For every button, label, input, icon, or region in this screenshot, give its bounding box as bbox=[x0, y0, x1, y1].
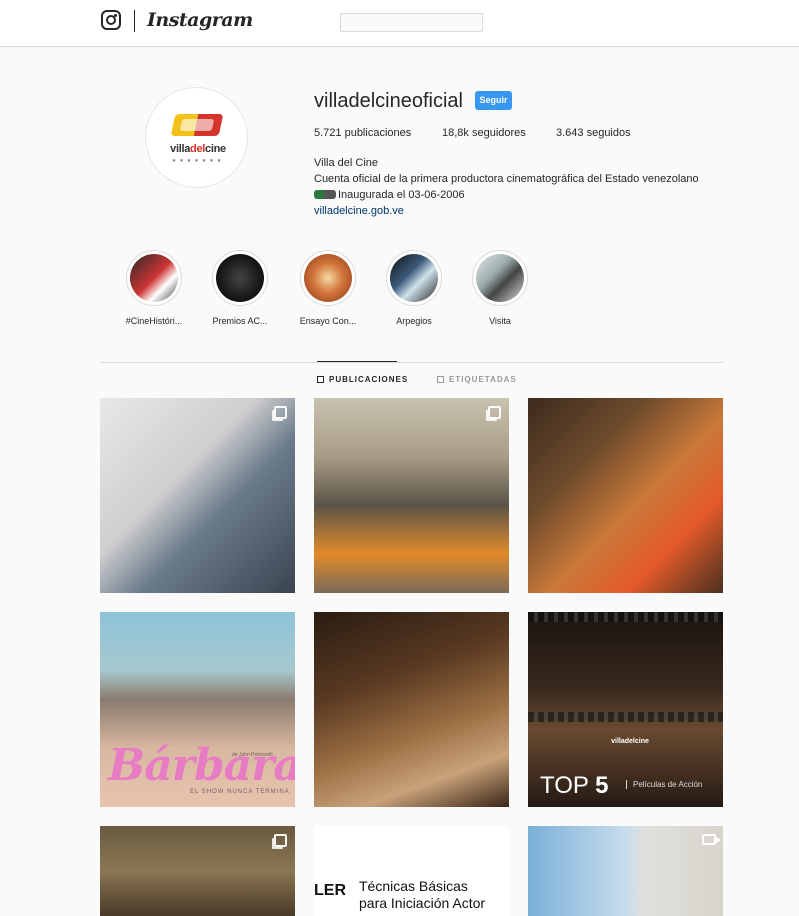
follow-button[interactable]: Seguir bbox=[475, 91, 512, 110]
poster-fragment: LER bbox=[314, 882, 346, 899]
search-input[interactable] bbox=[340, 13, 483, 32]
highlight-arpegios[interactable]: Arpegios bbox=[374, 250, 454, 326]
post-thumbnail[interactable] bbox=[314, 612, 509, 807]
car-emoji-icon bbox=[314, 190, 336, 199]
stat-followers[interactable]: 18,8k seguidores bbox=[442, 127, 526, 139]
highlight-ring bbox=[386, 250, 442, 306]
highlight-ring bbox=[126, 250, 182, 306]
carousel-icon bbox=[274, 406, 287, 419]
tab-publicaciones[interactable]: PUBLICACIONES bbox=[317, 375, 408, 384]
highlight-ring bbox=[212, 250, 268, 306]
highlight-cover bbox=[216, 254, 264, 302]
post-thumbnail[interactable]: villadelcine TOP 5 Películas de Acción bbox=[528, 612, 723, 807]
tag-icon bbox=[437, 376, 444, 383]
post-thumbnail[interactable] bbox=[100, 826, 295, 916]
highlight-cinehistori[interactable]: #CineHistóri... bbox=[114, 250, 194, 326]
bio-website-link[interactable]: villadelcine.gob.ve bbox=[314, 203, 699, 219]
grid-icon bbox=[317, 376, 324, 383]
highlight-cover bbox=[130, 254, 178, 302]
bio-line-1: Cuenta oficial de la primera productora … bbox=[314, 173, 699, 185]
avatar-brand: villadelcine bbox=[170, 143, 226, 155]
bio-name: Villa del Cine bbox=[314, 157, 379, 169]
highlight-cover bbox=[476, 254, 524, 302]
video-icon bbox=[702, 834, 721, 845]
top5-subtitle: Películas de Acción bbox=[626, 780, 702, 789]
highlight-premios[interactable]: Premios AC... bbox=[200, 250, 280, 326]
top5-title: TOP 5 bbox=[540, 772, 609, 799]
bio-line-2: Inaugurada el 03-06-2006 bbox=[338, 189, 465, 201]
nav-divider bbox=[134, 10, 135, 32]
tab-etiquetadas[interactable]: ETIQUETADAS bbox=[437, 375, 517, 384]
highlight-label: Visita bbox=[489, 316, 511, 326]
highlight-cover bbox=[304, 254, 352, 302]
highlight-ring bbox=[472, 250, 528, 306]
bio-line-2-wrap: Inaugurada el 03-06-2006 bbox=[314, 187, 699, 203]
instagram-wordmark[interactable]: Instagram bbox=[147, 9, 253, 31]
highlight-label: Premios AC... bbox=[212, 316, 268, 326]
poster-title: Bárbara bbox=[108, 740, 295, 791]
poster-subtitle: EL SHOW NUNCA TERMINA bbox=[190, 789, 290, 795]
highlight-label: #CineHistóri... bbox=[125, 316, 183, 326]
profile-avatar: villadelcine ★★★★★★★ bbox=[145, 87, 248, 188]
post-thumbnail[interactable] bbox=[528, 398, 723, 593]
post-thumbnail[interactable]: LER Técnicas Básicas para Iniciación Acto… bbox=[314, 826, 509, 916]
poster-text: Técnicas Básicas para Iniciación Actor bbox=[359, 878, 486, 911]
tabs-divider bbox=[100, 362, 723, 363]
post-thumbnail[interactable]: de John Petrizzelli Bárbara EL SHOW NUNC… bbox=[100, 612, 295, 807]
active-tab-indicator bbox=[317, 361, 397, 362]
highlight-label: Arpegios bbox=[396, 316, 432, 326]
highlight-cover bbox=[390, 254, 438, 302]
profile-username: villadelcineoficial bbox=[314, 90, 463, 112]
profile-bio: Villa del Cine Cuenta oficial de la prim… bbox=[314, 155, 699, 219]
post-thumbnail[interactable] bbox=[314, 398, 509, 593]
post-thumbnail[interactable] bbox=[528, 826, 723, 916]
carousel-icon bbox=[274, 834, 287, 847]
highlight-ensayo[interactable]: Ensayo Con... bbox=[288, 250, 368, 326]
avatar-stars: ★★★★★★★ bbox=[171, 158, 225, 164]
highlight-label: Ensayo Con... bbox=[299, 316, 357, 326]
brand-watermark: villadelcine bbox=[611, 738, 649, 745]
stat-posts: 5.721 publicaciones bbox=[314, 127, 412, 139]
top-nav: Instagram bbox=[0, 0, 799, 47]
stat-following[interactable]: 3.643 seguidos bbox=[556, 127, 631, 139]
film-strip-bottom bbox=[528, 712, 723, 722]
instagram-camera-icon[interactable] bbox=[101, 10, 121, 30]
carousel-icon bbox=[488, 406, 501, 419]
post-thumbnail[interactable] bbox=[100, 398, 295, 593]
highlight-visita[interactable]: Visita bbox=[460, 250, 540, 326]
highlight-ring bbox=[300, 250, 356, 306]
film-reel-logo-icon bbox=[170, 114, 224, 136]
film-strip-top bbox=[528, 612, 723, 622]
